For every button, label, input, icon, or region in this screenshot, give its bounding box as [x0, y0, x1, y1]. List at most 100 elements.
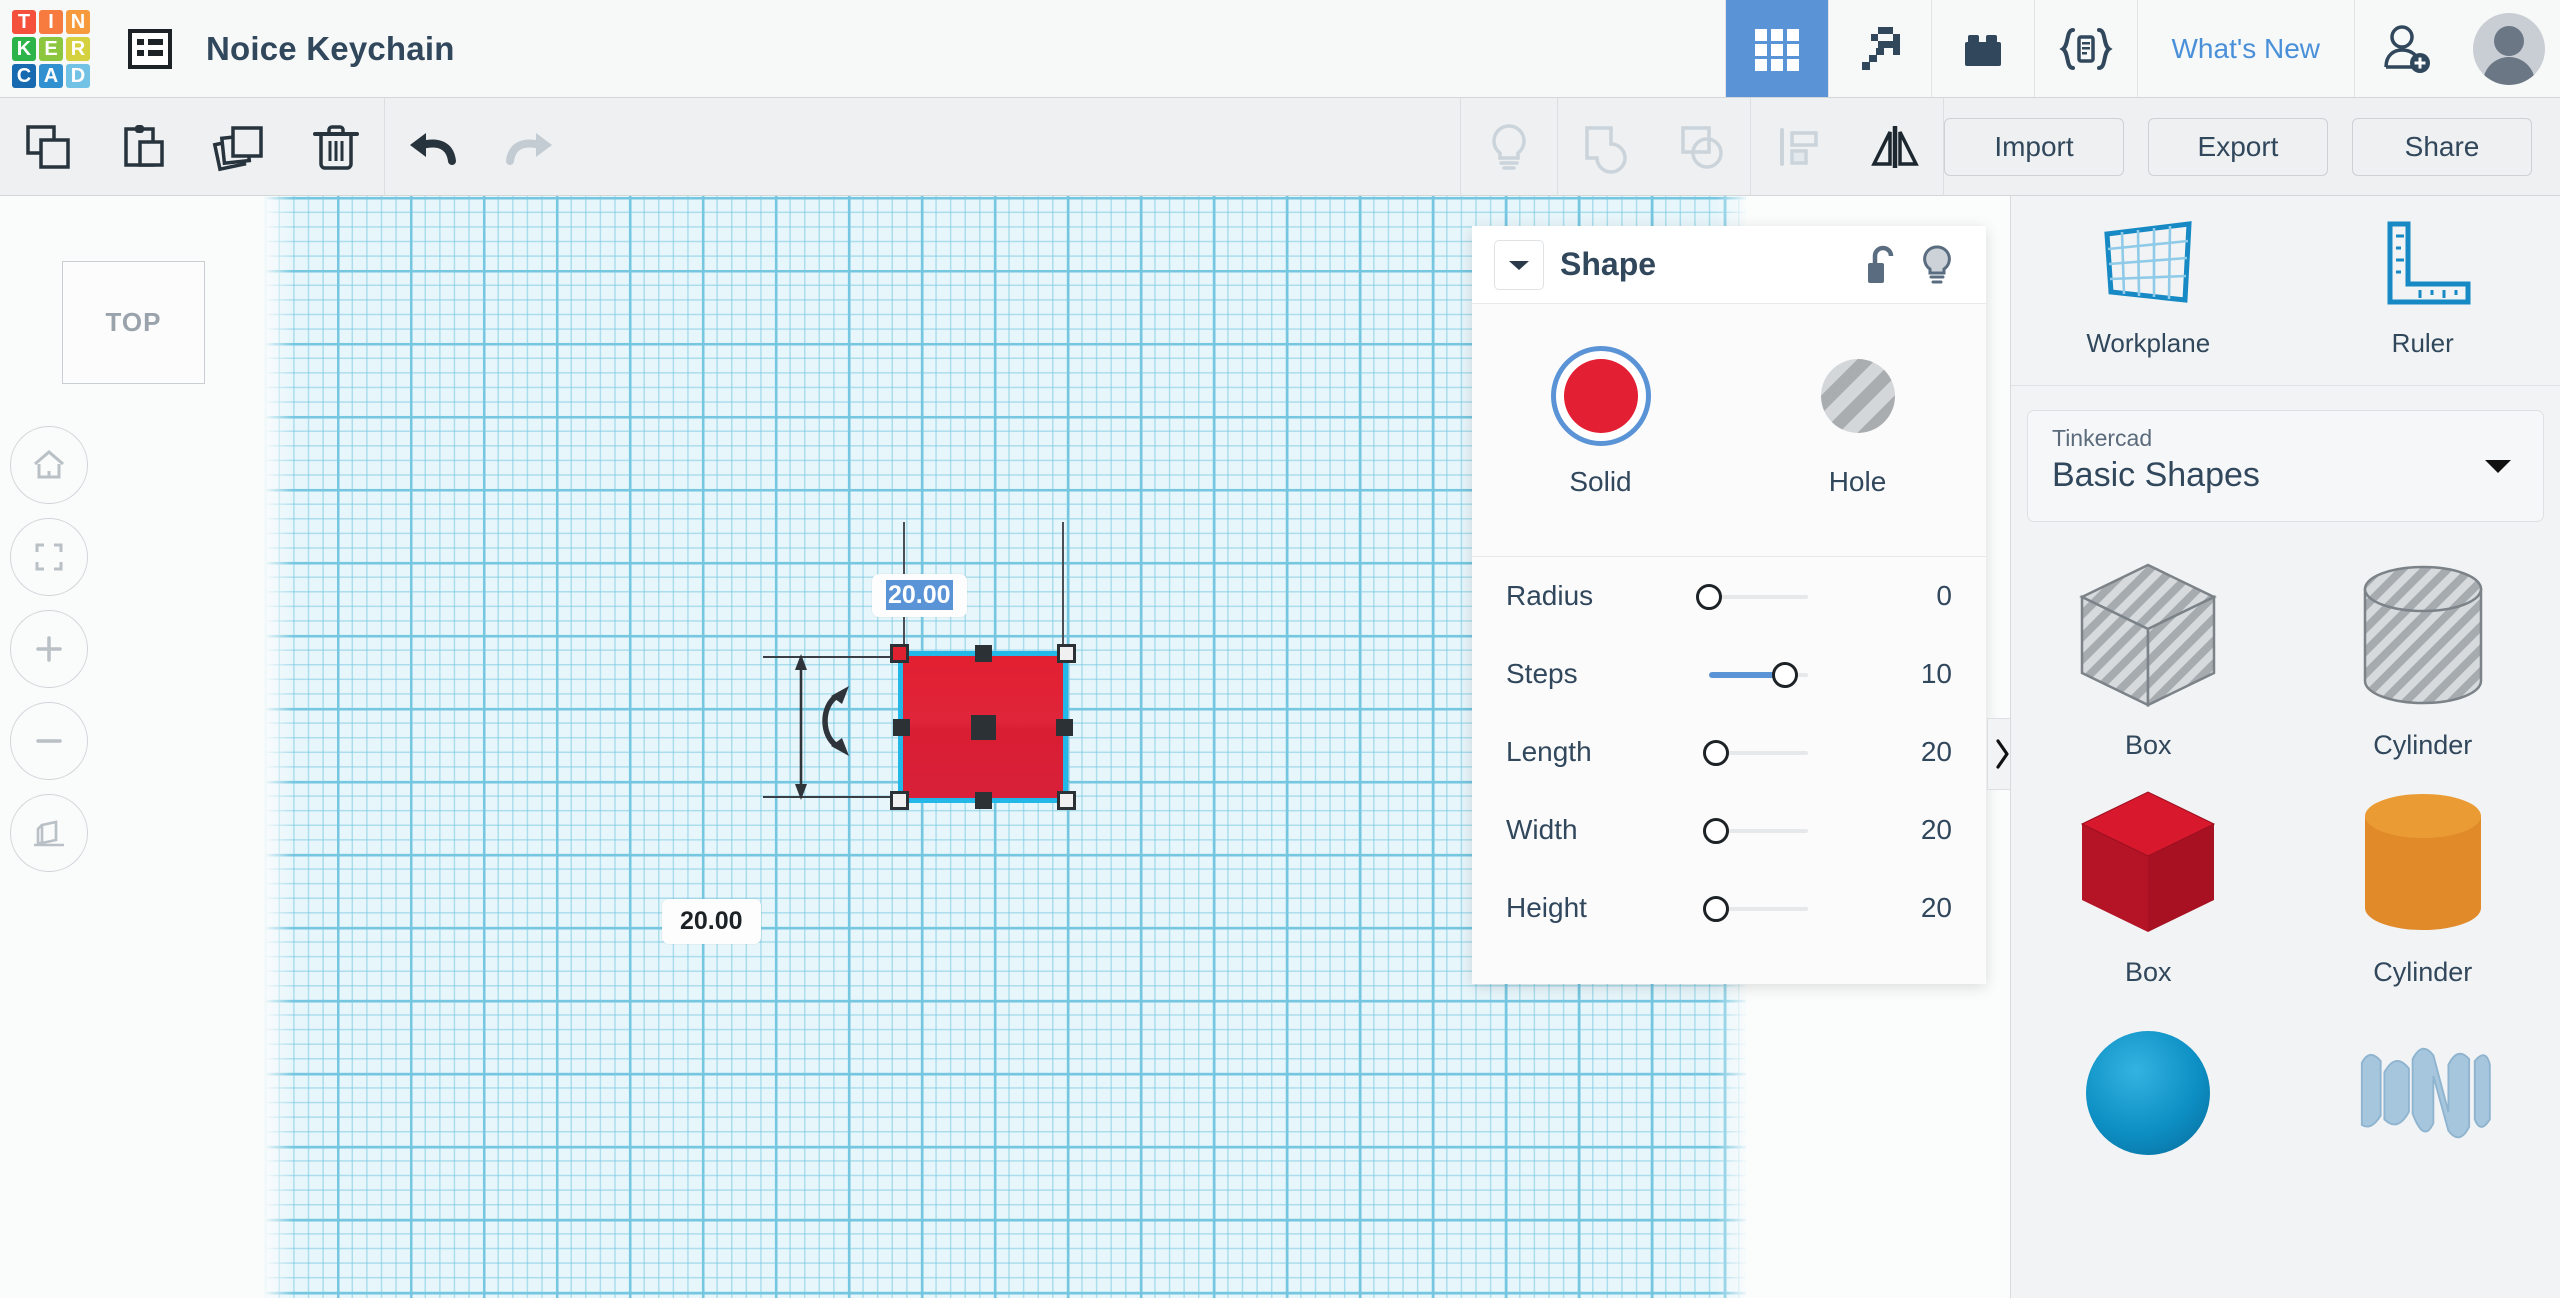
shape-library-select[interactable]: Tinkercad Basic Shapes [2027, 410, 2544, 522]
library-group-label: Tinkercad [2052, 425, 2153, 451]
logo-tile-r: R [66, 37, 90, 61]
ungroup-icon[interactable] [1654, 98, 1750, 196]
lego-brick-icon[interactable] [1930, 0, 2034, 97]
copy-icon[interactable] [0, 98, 96, 196]
list-menu-icon[interactable] [122, 21, 178, 77]
lightbulb-icon[interactable] [1910, 243, 1964, 287]
sidebar-item-workplane[interactable]: Workplane [2011, 218, 2286, 359]
resize-handle-bottom-right[interactable] [1057, 791, 1076, 810]
slider-row-radius: Radius 0 [1472, 557, 1986, 635]
height-handle-center[interactable] [971, 715, 996, 740]
shape-mode-label: Hole [1828, 466, 1887, 497]
whats-new-link[interactable]: What's New [2136, 0, 2355, 97]
slider-row-steps: Steps 10 [1472, 635, 1986, 713]
fit-to-view-icon[interactable] [10, 518, 88, 596]
sidebar-item-label: Ruler [2391, 328, 2454, 358]
group-icon[interactable] [1558, 98, 1654, 196]
shape-library-item-label: Cylinder [2373, 730, 2473, 760]
shape-mode-hole[interactable]: Hole [1729, 346, 1986, 498]
shape-library-item[interactable]: Cylinder [2286, 767, 2560, 994]
add-person-icon[interactable] [2354, 0, 2457, 97]
slider-height[interactable] [1681, 869, 1856, 947]
resize-handle-middle-right[interactable] [1056, 719, 1073, 736]
export-button[interactable]: Export [2148, 117, 2328, 176]
shape-library-item[interactable]: Cylinder [2286, 540, 2560, 767]
shape-panel-header: Shape [1472, 226, 1986, 304]
solid-cylinder-orange-icon [2343, 781, 2503, 951]
text-scribble-blue-icon [2343, 1008, 2503, 1178]
resize-handle-bottom-center[interactable] [975, 792, 992, 809]
lightbulb-icon[interactable] [1461, 98, 1557, 196]
slider-value[interactable]: 10 [1856, 658, 1952, 690]
hole-box-icon [2068, 554, 2228, 724]
slider-label: Width [1506, 814, 1578, 845]
slider-knob[interactable] [1696, 584, 1722, 610]
sidebar-item-ruler[interactable]: Ruler [2286, 218, 2560, 359]
slider-row-length: Length 20 [1472, 713, 1986, 791]
shape-panel-body: Solid Hole Radius 0 Steps 10 Length 20 Width 20 H… [1472, 304, 1986, 984]
redo-icon[interactable] [481, 98, 577, 196]
slider-length[interactable] [1681, 713, 1856, 791]
unlock-icon[interactable] [1856, 243, 1910, 287]
resize-handle-top-right[interactable] [1057, 644, 1076, 663]
solid-box-red-icon [2068, 781, 2228, 951]
slider-knob[interactable] [1703, 818, 1730, 844]
paste-icon[interactable] [96, 98, 192, 196]
tinkercad-logo[interactable]: TIN KER CAD [6, 4, 96, 94]
minecraft-pickaxe-icon[interactable] [1827, 0, 1931, 97]
import-button[interactable]: Import [1944, 117, 2124, 176]
slider-value[interactable]: 20 [1856, 736, 1952, 768]
mirror-flip-icon[interactable] [1847, 98, 1943, 196]
3d-designs-grid-icon[interactable] [1724, 0, 1828, 97]
slider-steps[interactable] [1681, 635, 1856, 713]
zoom-out-icon[interactable] [10, 702, 88, 780]
duplicate-icon[interactable] [192, 98, 288, 196]
codeblocks-icon[interactable] [2033, 0, 2137, 97]
user-avatar[interactable] [2457, 0, 2560, 97]
delete-trash-icon[interactable] [288, 98, 384, 196]
solid-sphere-blue-icon [2068, 1008, 2228, 1178]
slider-radius[interactable] [1681, 557, 1856, 635]
rotate-handle-icon[interactable] [811, 682, 857, 760]
length-dimension-label[interactable]: 20.00 [662, 899, 761, 944]
resize-handle-bottom-left[interactable] [890, 791, 909, 810]
zoom-in-icon[interactable] [10, 610, 88, 688]
shape-library-item[interactable]: Box [2011, 767, 2286, 994]
slider-label: Radius [1506, 580, 1594, 611]
shape-library-item[interactable] [2286, 994, 2560, 1184]
logo-tile-t: T [12, 10, 36, 34]
slider-knob[interactable] [1703, 740, 1730, 766]
view-cube-label: TOP [105, 307, 162, 337]
shape-library-grid: Box Cylinder Box Cylinder [2011, 522, 2560, 1184]
slider-width[interactable] [1681, 791, 1856, 869]
selected-box-shape[interactable] [890, 644, 1076, 810]
perspective-toggle-icon[interactable] [10, 794, 88, 872]
share-button[interactable]: Share [2352, 117, 2532, 176]
chevron-down-icon[interactable] [1494, 239, 1544, 290]
width-dimension-value: 20.00 [886, 580, 953, 610]
home-view-icon[interactable] [10, 426, 88, 504]
logo-tile-c: C [12, 64, 36, 88]
slider-value[interactable]: 20 [1856, 892, 1952, 924]
slider-knob[interactable] [1772, 662, 1799, 688]
slider-value[interactable]: 20 [1856, 814, 1952, 846]
width-dimension-input[interactable]: 20.00 [872, 574, 967, 617]
slider-knob[interactable] [1703, 896, 1730, 922]
shape-mode-solid[interactable]: Solid [1472, 346, 1729, 498]
resize-handle-middle-left[interactable] [893, 719, 910, 736]
dimension-extension-right [1062, 522, 1064, 657]
undo-icon[interactable] [385, 98, 481, 196]
logo-tile-e: E [39, 37, 63, 61]
shape-library-item[interactable]: Box [2011, 540, 2286, 767]
slider-row-height: Height 20 [1472, 869, 1986, 947]
slider-value[interactable]: 0 [1856, 580, 1952, 612]
align-icon[interactable] [1751, 98, 1847, 196]
view-cube[interactable]: TOP [62, 261, 205, 384]
logo-tile-k: K [12, 37, 36, 61]
slider-row-width: Width 20 [1472, 791, 1986, 869]
shape-properties-panel: Shape Solid Hole Radius 0 Steps 10 Length 20 Wi… [1472, 226, 1986, 984]
resize-handle-top-left[interactable] [890, 644, 909, 663]
resize-handle-top-center[interactable] [975, 645, 992, 662]
shape-library-item[interactable] [2011, 994, 2286, 1184]
